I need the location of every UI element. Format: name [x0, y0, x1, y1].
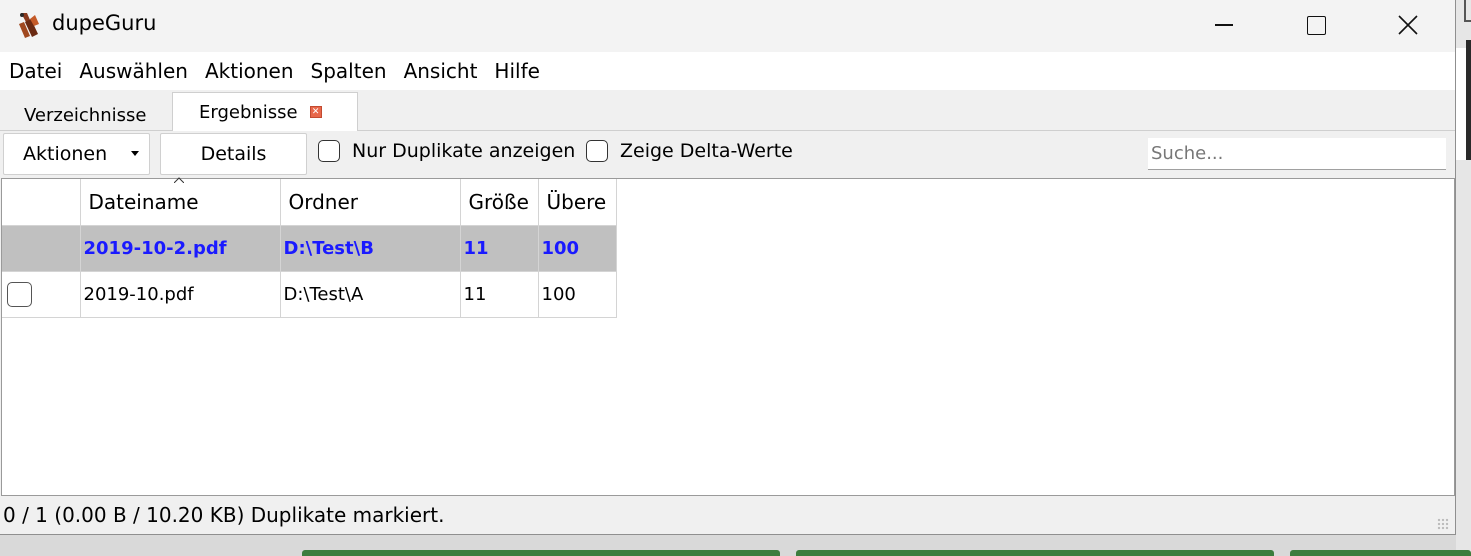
- background-taskbar-strip: [796, 550, 1274, 556]
- cell-match[interactable]: 100: [538, 225, 617, 272]
- column-header-size[interactable]: Größe: [460, 179, 539, 226]
- background-taskbar-strip: [1290, 550, 1471, 556]
- column-header-folder[interactable]: Ordner: [280, 179, 461, 226]
- tab-label: Ergebnisse: [199, 101, 298, 123]
- table-row[interactable]: 2019-10-2.pdf D:\Test\B 11 100: [2, 225, 617, 272]
- details-label: Details: [200, 143, 267, 165]
- sort-ascending-icon: [174, 177, 184, 183]
- delta-values-toggle[interactable]: Zeige Delta-Werte: [586, 140, 793, 162]
- menu-columns[interactable]: Spalten: [303, 52, 395, 90]
- tab-results[interactable]: Ergebnisse ✕: [172, 92, 358, 131]
- column-header-filename[interactable]: Dateiname: [80, 179, 281, 226]
- cell-filename[interactable]: 2019-10-2.pdf: [80, 225, 281, 272]
- menu-actions[interactable]: Aktionen: [197, 52, 302, 90]
- minimize-button[interactable]: [1178, 0, 1270, 50]
- tab-close-icon[interactable]: ✕: [309, 106, 322, 118]
- dupeguru-logo-icon: [19, 13, 39, 38]
- menu-file[interactable]: Datei: [1, 52, 70, 90]
- actions-dropdown-button[interactable]: Aktionen: [3, 133, 150, 175]
- delta-values-checkbox[interactable]: [586, 140, 608, 162]
- cell-folder[interactable]: D:\Test\A: [280, 271, 461, 318]
- window-title: dupeGuru: [52, 11, 157, 35]
- row-checkbox-cell: [2, 271, 81, 318]
- cell-size[interactable]: 11: [460, 271, 539, 318]
- title-bar[interactable]: dupeGuru: [0, 0, 1455, 52]
- status-text: 0 / 1 (0.00 B / 10.20 KB) Duplikate mark…: [3, 503, 445, 527]
- menu-bar: Datei Auswählen Aktionen Spalten Ansicht…: [0, 52, 1455, 90]
- cell-size[interactable]: 11: [460, 225, 539, 272]
- tab-bar: Verzeichnisse Ergebnisse ✕: [0, 90, 1455, 131]
- resize-grip-icon[interactable]: [1437, 518, 1449, 530]
- only-duplicates-checkbox[interactable]: [318, 140, 340, 162]
- results-table: Dateiname Ordner Größe Übere 2019-10-2.p…: [1, 177, 1455, 496]
- maximize-icon: [1306, 15, 1326, 35]
- only-duplicates-label: Nur Duplikate anzeigen: [352, 140, 576, 162]
- results-toolbar: Aktionen Details Nur Duplikate anzeigen …: [0, 131, 1455, 178]
- menu-help[interactable]: Hilfe: [486, 52, 548, 90]
- menu-view[interactable]: Ansicht: [396, 52, 486, 90]
- dropdown-caret-icon: [131, 151, 139, 156]
- background-app-corner: [1464, 0, 1471, 22]
- cell-folder[interactable]: D:\Test\B: [280, 225, 461, 272]
- close-icon: [1398, 15, 1418, 35]
- actions-label: Aktionen: [23, 143, 108, 165]
- minimize-icon: [1215, 24, 1233, 26]
- only-duplicates-toggle[interactable]: Nur Duplikate anzeigen: [318, 140, 575, 162]
- background-app-edge: [1466, 40, 1471, 160]
- table-row[interactable]: 2019-10.pdf D:\Test\A 11 100: [2, 271, 617, 318]
- row-checkbox[interactable]: [7, 281, 32, 307]
- column-header-match[interactable]: Übere: [538, 179, 617, 226]
- column-header-checkbox[interactable]: [2, 179, 81, 226]
- table-header-row: Dateiname Ordner Größe Übere: [2, 179, 617, 226]
- row-checkbox-cell: [2, 225, 81, 272]
- cell-filename[interactable]: 2019-10.pdf: [80, 271, 281, 318]
- tab-directories[interactable]: Verzeichnisse: [2, 92, 172, 130]
- delta-values-label: Zeige Delta-Werte: [620, 140, 793, 162]
- background-taskbar-strip: [302, 550, 780, 556]
- tab-label: Verzeichnisse: [24, 104, 147, 126]
- close-button[interactable]: [1362, 0, 1454, 50]
- maximize-button[interactable]: [1270, 0, 1362, 50]
- status-bar: 0 / 1 (0.00 B / 10.20 KB) Duplikate mark…: [0, 496, 1455, 534]
- app-window: dupeGuru Datei Auswählen Aktionen Spalte…: [0, 0, 1456, 535]
- menu-select[interactable]: Auswählen: [71, 52, 196, 90]
- details-button[interactable]: Details: [160, 133, 307, 175]
- cell-match[interactable]: 100: [538, 271, 617, 318]
- search-input[interactable]: [1148, 138, 1446, 170]
